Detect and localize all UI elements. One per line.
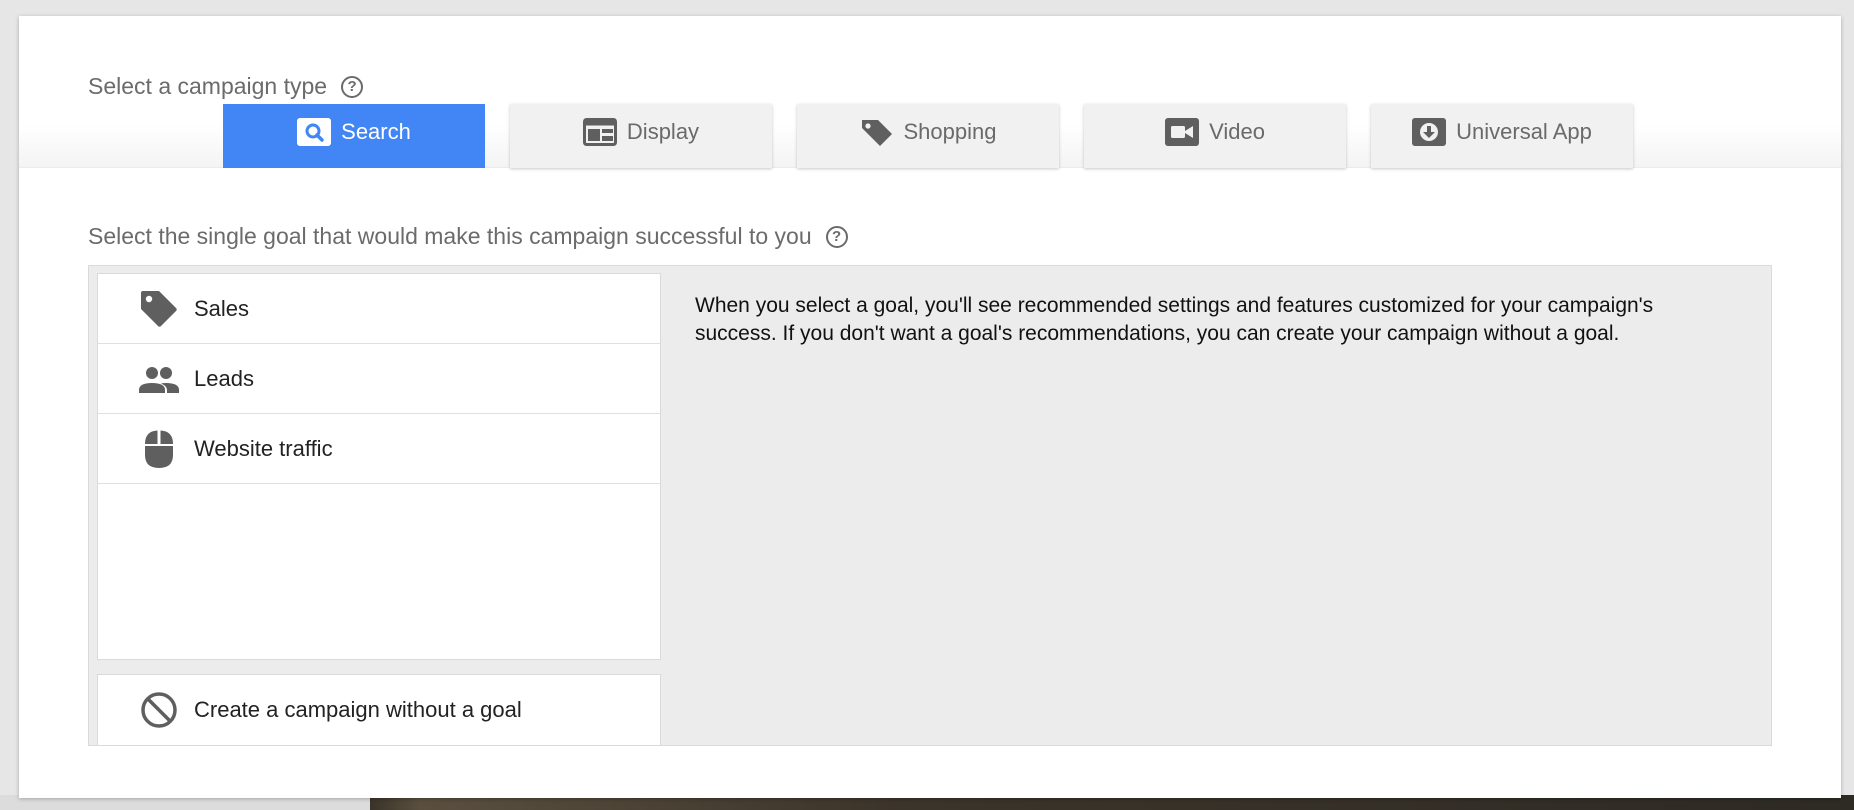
goal-list: Sales Leads Website traffic (97, 273, 661, 660)
help-icon[interactable]: ? (825, 225, 848, 248)
goal-panel: Sales Leads Website traffic Create a cam… (88, 265, 1772, 746)
help-icon[interactable]: ? (341, 75, 364, 98)
campaign-setup-card: Select a campaign type ? Search Display … (19, 16, 1841, 798)
campaign-type-section: Select a campaign type ? Search Display … (19, 16, 1841, 168)
people-icon (139, 366, 179, 393)
campaign-type-heading: Select a campaign type ? (88, 73, 364, 100)
goal-description: When you select a goal, you'll see recom… (695, 294, 1654, 345)
campaign-type-label: Select a campaign type (88, 73, 328, 99)
search-icon (297, 118, 332, 146)
goal-item-label: Sales (194, 295, 250, 321)
mouse-icon (145, 430, 173, 468)
goal-item-label: Leads (194, 365, 254, 391)
goal-label: Select the single goal that would make t… (88, 223, 812, 249)
tag-icon (861, 120, 892, 146)
tab-label: Shopping (903, 119, 997, 144)
tab-search[interactable]: Search (223, 104, 485, 168)
tab-label: Video (1209, 119, 1265, 144)
tab-display[interactable]: Display (510, 104, 772, 168)
goal-item-label: Website traffic (194, 435, 333, 461)
display-icon (582, 118, 617, 146)
tab-label: Display (626, 119, 700, 144)
download-icon (1412, 118, 1447, 146)
block-icon (141, 692, 177, 728)
tab-label: Universal App (1456, 119, 1592, 144)
tag-icon (141, 290, 177, 327)
tab-label: Search (341, 119, 411, 144)
tab-video[interactable]: Video (1084, 104, 1346, 168)
no-goal-label: Create a campaign without a goal (194, 697, 522, 722)
goal-item-sales[interactable]: Sales (98, 274, 660, 344)
campaign-type-tabs: Search Display Shopping Video Universal … (223, 104, 1633, 168)
goal-item-website-traffic[interactable]: Website traffic (98, 414, 660, 484)
tab-shopping[interactable]: Shopping (797, 104, 1059, 168)
no-goal-option[interactable]: Create a campaign without a goal (97, 674, 661, 746)
goal-item-leads[interactable]: Leads (98, 344, 660, 414)
video-icon (1165, 118, 1200, 146)
goal-heading: Select the single goal that would make t… (88, 223, 848, 250)
tab-universal-app[interactable]: Universal App (1371, 104, 1633, 168)
